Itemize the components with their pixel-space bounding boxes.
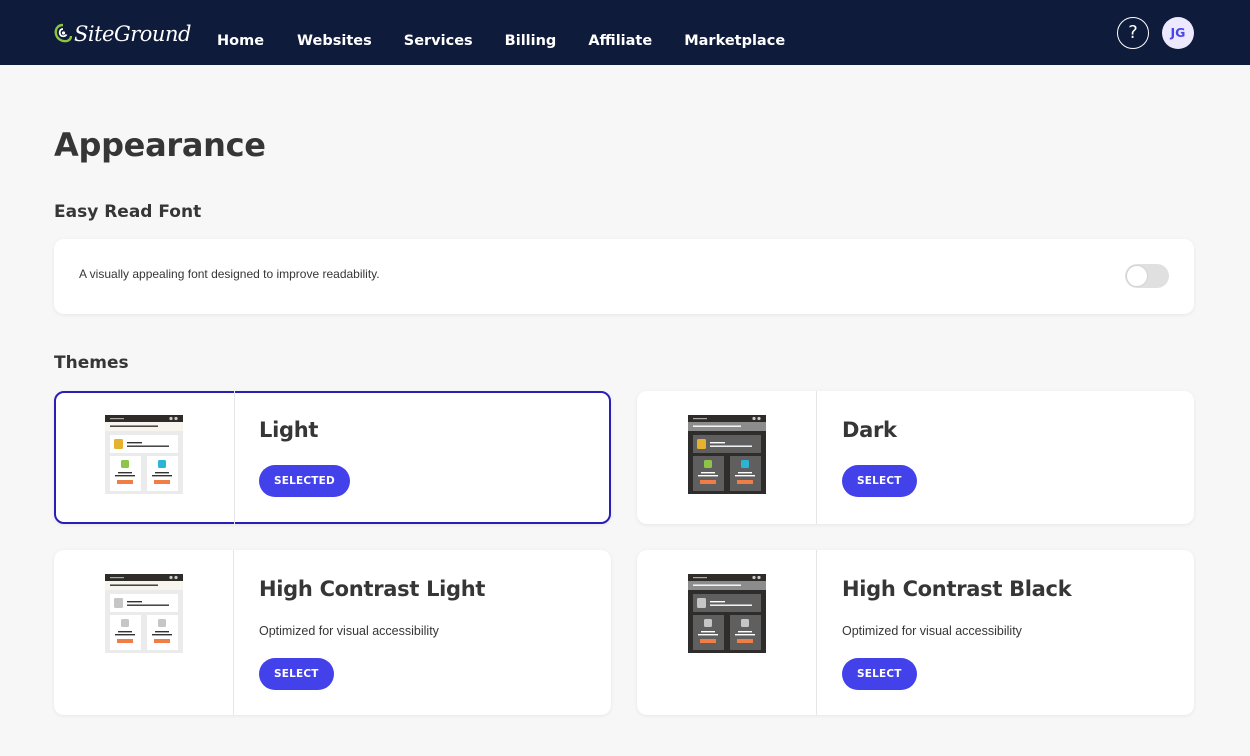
light-theme-preview-icon xyxy=(105,415,183,494)
theme-name: Dark xyxy=(842,418,897,442)
page-title: Appearance xyxy=(54,126,266,164)
easy-read-font-heading: Easy Read Font xyxy=(54,202,202,222)
nav-home[interactable]: Home xyxy=(217,31,264,51)
theme-description: Optimized for visual accessibility xyxy=(259,624,439,638)
toggle-knob xyxy=(1126,265,1148,287)
easy-read-font-description: A visually appealing font designed to im… xyxy=(79,267,380,281)
theme-name: Light xyxy=(259,418,319,442)
nav-marketplace[interactable]: Marketplace xyxy=(684,31,785,51)
siteground-logo[interactable]: SiteGround xyxy=(54,20,191,48)
theme-preview-area xyxy=(637,391,817,524)
theme-name: High Contrast Light xyxy=(259,577,486,601)
theme-select-button[interactable]: SELECT xyxy=(842,658,917,690)
theme-preview-area xyxy=(637,550,817,715)
theme-card-high-contrast-black[interactable]: High Contrast Black Optimized for visual… xyxy=(637,550,1194,715)
high-contrast-light-preview-icon xyxy=(105,574,183,653)
brand-name: SiteGround xyxy=(74,22,191,46)
easy-read-font-card: A visually appealing font designed to im… xyxy=(54,239,1194,314)
easy-read-font-toggle[interactable] xyxy=(1125,264,1169,288)
help-button[interactable]: ? xyxy=(1117,17,1149,49)
siteground-logo-icon xyxy=(54,23,72,43)
dark-theme-preview-icon xyxy=(688,415,766,494)
theme-description: Optimized for visual accessibility xyxy=(842,624,1022,638)
nav-websites[interactable]: Websites xyxy=(297,31,372,51)
nav-billing[interactable]: Billing xyxy=(505,31,557,51)
high-contrast-black-preview-icon xyxy=(688,574,766,653)
theme-selected-button[interactable]: SELECTED xyxy=(259,465,350,497)
theme-name: High Contrast Black xyxy=(842,577,1072,601)
user-avatar[interactable]: JG xyxy=(1162,17,1194,49)
theme-preview-area xyxy=(54,391,235,524)
theme-select-button[interactable]: SELECT xyxy=(259,658,334,690)
top-navigation-bar: SiteGround Home Websites Services Billin… xyxy=(0,0,1250,65)
theme-preview-area xyxy=(54,550,234,715)
theme-select-button[interactable]: SELECT xyxy=(842,465,917,497)
question-circle-icon: ? xyxy=(1128,22,1138,43)
themes-heading: Themes xyxy=(54,353,129,373)
theme-card-light[interactable]: Light SELECTED xyxy=(54,391,611,524)
theme-card-high-contrast-light[interactable]: High Contrast Light Optimized for visual… xyxy=(54,550,611,715)
nav-affiliate[interactable]: Affiliate xyxy=(588,31,652,51)
main-nav: Home Websites Services Billing Affiliate… xyxy=(217,31,817,51)
theme-card-dark[interactable]: Dark SELECT xyxy=(637,391,1194,524)
nav-services[interactable]: Services xyxy=(404,31,473,51)
